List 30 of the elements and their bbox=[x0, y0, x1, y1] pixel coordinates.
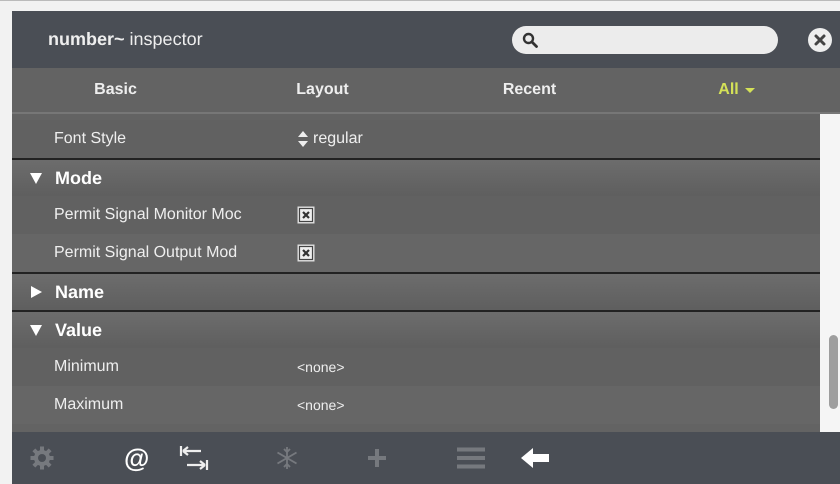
search-field[interactable] bbox=[512, 26, 778, 54]
scrollbar-thumb[interactable] bbox=[829, 335, 838, 409]
property-value[interactable]: <none> bbox=[297, 359, 344, 375]
tab[interactable]: Layout bbox=[219, 68, 426, 112]
caret-icon bbox=[744, 88, 755, 92]
property-label: Minimum bbox=[54, 358, 120, 376]
close-icon[interactable] bbox=[808, 28, 832, 52]
tab-arrows-icon[interactable] bbox=[179, 445, 210, 471]
at-sign-button[interactable]: @ bbox=[124, 442, 150, 474]
stepper-arrows-icon[interactable] bbox=[297, 130, 309, 148]
property-value[interactable]: regular bbox=[313, 130, 363, 148]
left-arrow-icon[interactable] bbox=[521, 448, 550, 468]
property-value[interactable]: <none> bbox=[297, 397, 344, 413]
section-header[interactable]: Mode bbox=[12, 158, 820, 196]
section-header[interactable]: Value bbox=[12, 310, 820, 348]
tab[interactable]: All bbox=[633, 68, 840, 112]
checkbox[interactable] bbox=[297, 206, 315, 224]
section-header[interactable]: Name bbox=[12, 272, 820, 310]
property-label: Maximum bbox=[54, 396, 124, 414]
property-label: Permit Signal Monitor Moc bbox=[54, 206, 243, 224]
section-label: Name bbox=[55, 282, 104, 302]
section-label: Mode bbox=[55, 168, 102, 188]
search-icon bbox=[522, 32, 538, 48]
tab[interactable]: Recent bbox=[426, 68, 633, 112]
window-title: number~ inspector bbox=[48, 29, 204, 50]
checkbox[interactable] bbox=[297, 244, 315, 262]
property-label: Font Style bbox=[54, 130, 128, 148]
section-label: Value bbox=[55, 320, 102, 340]
tab[interactable]: Basic bbox=[12, 68, 219, 112]
property-label: Permit Signal Output Mod bbox=[54, 244, 238, 262]
